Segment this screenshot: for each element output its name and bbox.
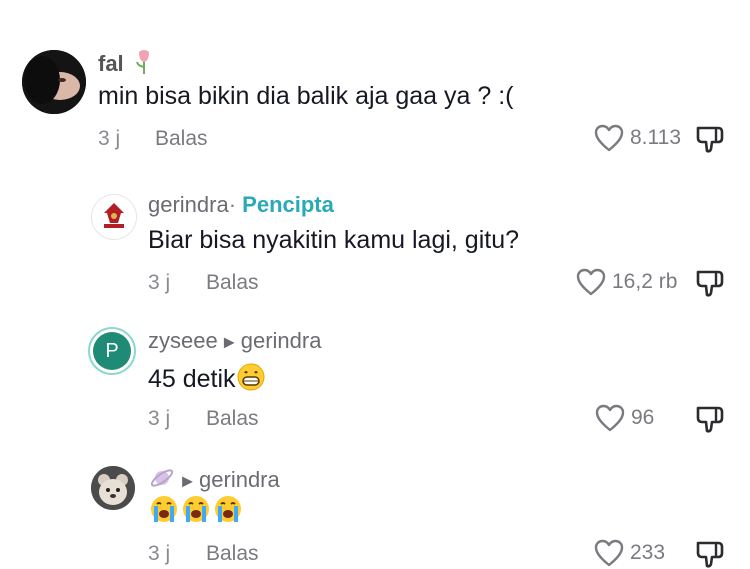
- dislike-icon[interactable]: [694, 539, 726, 569]
- comment-time: 3 j: [148, 271, 171, 294]
- comment-time: 3 j: [148, 542, 171, 565]
- reply-to-name[interactable]: gerindra: [199, 467, 280, 492]
- like-button[interactable]: 16,2 rb: [576, 268, 677, 296]
- heart-icon: [576, 268, 606, 296]
- like-count: 96: [631, 406, 655, 429]
- dislike-icon[interactable]: [694, 268, 726, 298]
- like-count: 233: [630, 541, 666, 564]
- heart-icon: [594, 539, 624, 567]
- comment-time: 3 j: [148, 407, 171, 430]
- comment-text: Biar bisa nyakitin kamu lagi, gitu?: [148, 226, 520, 254]
- avatar-teddy[interactable]: [91, 466, 135, 510]
- separator: ·: [228, 192, 237, 217]
- crying-emoji: [148, 494, 180, 531]
- avatar-letter: P: [93, 332, 131, 370]
- crying-emoji: [180, 494, 212, 531]
- reply-button[interactable]: Balas: [155, 127, 208, 151]
- comment-author[interactable]: ▶ gerindra: [148, 464, 280, 498]
- reply-to-name[interactable]: gerindra: [241, 328, 322, 353]
- heart-icon: [594, 124, 624, 152]
- like-button[interactable]: 233: [594, 539, 665, 567]
- play-arrow-icon: ▶: [223, 333, 235, 350]
- reply-button[interactable]: Balas: [206, 542, 259, 566]
- like-button[interactable]: 8.113: [594, 124, 681, 152]
- comment-text: min bisa bikin dia balik aja gaa ya ? :(: [98, 82, 514, 110]
- dislike-icon[interactable]: [694, 404, 726, 434]
- planet-emoji: [148, 464, 176, 498]
- comment-author[interactable]: gerindra· Pencipta: [148, 192, 334, 218]
- avatar-gerindra[interactable]: [91, 194, 137, 240]
- crying-emoji: [212, 494, 244, 531]
- avatar-zyseee[interactable]: P: [88, 327, 136, 375]
- heart-icon: [595, 404, 625, 432]
- comment-text: 45 detik: [148, 362, 266, 399]
- like-count: 8.113: [630, 126, 681, 149]
- avatar-fal[interactable]: [22, 50, 86, 114]
- reply-button[interactable]: Balas: [206, 271, 259, 295]
- reply-button[interactable]: Balas: [206, 407, 259, 431]
- comment-author[interactable]: zyseee ▶ gerindra: [148, 328, 321, 354]
- play-arrow-icon: ▶: [182, 472, 193, 489]
- dislike-icon[interactable]: [694, 124, 726, 154]
- comment-text: [148, 494, 244, 531]
- like-button[interactable]: 96: [595, 404, 654, 432]
- like-count: 16,2 rb: [612, 270, 678, 293]
- flower-emoji: [130, 48, 158, 82]
- grin-emoji: [236, 362, 266, 399]
- comment-author[interactable]: fal: [98, 48, 158, 82]
- comment-time: 3 j: [98, 127, 121, 150]
- creator-badge: Pencipta: [242, 192, 334, 217]
